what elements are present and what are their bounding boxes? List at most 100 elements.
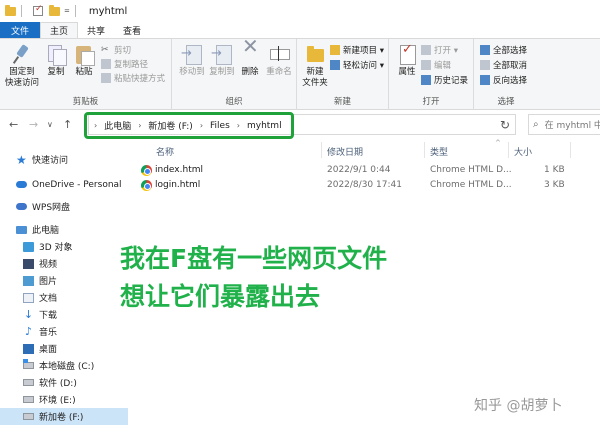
open-label: 打开 ▾ <box>434 46 458 56</box>
sidebar-item-label: 快速访问 <box>32 156 69 166</box>
pin-icon <box>11 43 33 65</box>
tab-file[interactable]: 文件 <box>0 22 41 38</box>
ribbon: 固定到 快速访问 复制 粘贴 ✂ 剪切 复制路径 粘贴快捷方式 剪贴板 移动到 <box>0 38 600 110</box>
sidebar-item-label: 此电脑 <box>32 226 60 236</box>
window-title: myhtml <box>88 5 128 17</box>
desktop-icon <box>23 343 34 354</box>
rename-button[interactable]: 重命名 <box>259 43 299 78</box>
select-none-button[interactable]: 全部取消 <box>480 59 527 71</box>
sidebar-item-onedrive[interactable]: OneDrive - Personal <box>16 176 122 193</box>
drive-icon <box>23 396 34 403</box>
sidebar-item-music[interactable]: ♪ 音乐 <box>23 323 57 340</box>
sidebar-item-videos[interactable]: 视频 <box>23 255 57 272</box>
edit-button[interactable]: 编辑 <box>421 59 451 71</box>
sidebar-item-label: 图片 <box>39 277 58 287</box>
cut-button[interactable]: ✂ 剪切 <box>101 44 131 56</box>
easy-access-label: 轻松访问 ▾ <box>343 61 384 71</box>
paste-shortcut-icon <box>101 73 111 83</box>
clipboard-group: 固定到 快速访问 复制 粘贴 ✂ 剪切 复制路径 粘贴快捷方式 剪贴板 <box>0 39 172 110</box>
new-folder-quick-icon[interactable] <box>49 4 60 16</box>
properties-quick-icon[interactable] <box>33 4 43 16</box>
new-folder-icon <box>304 43 326 65</box>
sidebar-item-desktop[interactable]: 桌面 <box>23 340 57 357</box>
sidebar-item-3d-objects[interactable]: 3D 对象 <box>23 238 73 255</box>
divider <box>74 5 76 17</box>
move-to-icon <box>181 43 203 65</box>
rename-label: 重命名 <box>266 67 292 77</box>
select-group: 全部选择 全部取消 反向选择 选择 <box>474 39 538 110</box>
select-none-icon <box>480 60 490 70</box>
drive-icon <box>23 379 34 386</box>
file-name: index.html <box>155 165 203 175</box>
annotation-text: 我在F盘有一些网页文件 想让它们暴露出去 <box>120 240 387 316</box>
download-icon: ↓ <box>23 307 34 321</box>
select-all-button[interactable]: 全部选择 <box>480 44 527 56</box>
new-item-icon <box>330 45 340 55</box>
column-name[interactable]: 名称 <box>156 145 174 158</box>
sidebar-item-drive-f[interactable]: 新加卷 (F:) <box>0 408 128 425</box>
watermark: 知乎 @胡萝卜 <box>474 398 563 414</box>
column-divider[interactable] <box>508 142 509 158</box>
new-folder-button[interactable]: 新建 文件夹 <box>295 43 335 89</box>
folder-icon <box>5 4 16 16</box>
sidebar-item-label: 下载 <box>39 311 58 321</box>
easy-access-icon <box>330 60 340 70</box>
sidebar-item-label: 本地磁盘 (C:) <box>39 362 95 372</box>
up-button[interactable]: ↑ <box>63 118 72 131</box>
file-row[interactable]: index.html 2022/9/1 0:44 Chrome HTML D..… <box>140 164 600 179</box>
tab-view[interactable]: 查看 <box>114 22 150 38</box>
back-button[interactable]: ← <box>9 118 18 131</box>
search-placeholder: 在 myhtml 中 <box>544 121 600 131</box>
refresh-button[interactable]: ↻ <box>500 118 510 132</box>
column-type[interactable]: 类型 <box>430 145 448 158</box>
recent-locations-button[interactable]: ∨ <box>47 120 53 129</box>
sidebar-item-downloads[interactable]: ↓ 下载 <box>23 306 57 323</box>
new-item-button[interactable]: 新建项目 ▾ <box>330 44 384 56</box>
organize-group: 移动到 复制到 删除 重命名 组织 <box>172 39 297 110</box>
column-size[interactable]: 大小 <box>514 145 532 158</box>
quick-access-dropdown[interactable]: = <box>64 7 70 15</box>
documents-icon <box>23 292 34 303</box>
forward-button[interactable]: → <box>29 118 38 131</box>
scissors-icon: ✂ <box>101 45 109 55</box>
column-divider[interactable] <box>570 142 571 158</box>
sidebar-item-pictures[interactable]: 图片 <box>23 272 57 289</box>
open-button[interactable]: 打开 ▾ <box>421 44 458 56</box>
video-icon <box>23 258 34 269</box>
invert-selection-button[interactable]: 反向选择 <box>480 74 527 86</box>
copy-path-button[interactable]: 复制路径 <box>101 58 148 70</box>
edit-icon <box>421 60 431 70</box>
column-divider[interactable] <box>424 142 425 158</box>
new-item-label: 新建项目 ▾ <box>343 46 384 56</box>
open-group: 属性 打开 ▾ 编辑 历史记录 打开 <box>389 39 474 110</box>
new-group-label: 新建 <box>333 97 351 107</box>
easy-access-button[interactable]: 轻松访问 ▾ <box>330 59 384 71</box>
history-button[interactable]: 历史记录 <box>421 74 468 86</box>
paste-button[interactable]: 粘贴 <box>64 43 104 78</box>
column-modified[interactable]: 修改日期 <box>327 145 363 158</box>
navigation-pane: ★ 快速访问 OneDrive - Personal WPS网盘 此电脑 3D … <box>0 145 128 434</box>
sidebar-item-drive-e[interactable]: 环境 (E:) <box>23 391 76 408</box>
copy-path-icon <box>101 59 111 69</box>
sidebar-item-drive-d[interactable]: 软件 (D:) <box>23 374 77 391</box>
column-divider[interactable] <box>321 142 322 158</box>
file-row[interactable]: login.html 2022/8/30 17:41 Chrome HTML D… <box>140 179 600 194</box>
open-group-label: 打开 <box>422 97 440 107</box>
sidebar-item-documents[interactable]: 文档 <box>23 289 57 306</box>
search-box[interactable]: ⌕ 在 myhtml 中 <box>528 114 600 135</box>
organize-group-label: 组织 <box>225 97 243 107</box>
file-modified: 2022/8/30 17:41 <box>327 180 402 190</box>
tab-home[interactable]: 主页 <box>40 22 79 38</box>
tab-share[interactable]: 共享 <box>78 22 114 38</box>
file-list-header: ^ 名称 修改日期 类型 大小 <box>140 139 600 159</box>
select-all-icon <box>480 45 490 55</box>
history-icon <box>421 75 431 85</box>
sidebar-item-label: 3D 对象 <box>39 243 73 253</box>
sidebar-item-this-pc[interactable]: 此电脑 <box>16 221 59 238</box>
file-size: 1 KB <box>544 165 565 175</box>
sidebar-item-quick-access[interactable]: ★ 快速访问 <box>16 151 68 168</box>
cut-label: 剪切 <box>114 46 132 56</box>
sidebar-item-wps[interactable]: WPS网盘 <box>16 198 70 215</box>
paste-shortcut-button[interactable]: 粘贴快捷方式 <box>101 72 165 84</box>
sidebar-item-drive-c[interactable]: 本地磁盘 (C:) <box>23 357 94 374</box>
